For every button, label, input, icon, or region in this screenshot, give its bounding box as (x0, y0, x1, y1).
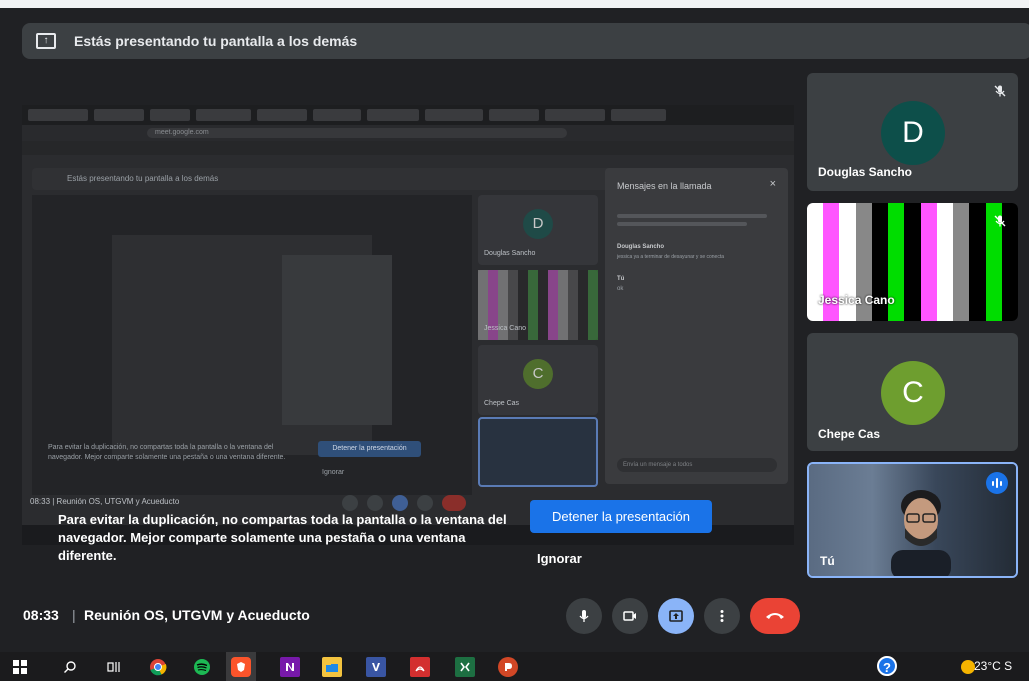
shared-tile-chepe: C Chepe Cas (478, 345, 598, 415)
shared-bookmarks-bar (22, 141, 794, 155)
self-name: Tú (820, 554, 835, 568)
shared-inner-window-2 (282, 255, 392, 425)
shared-chat-title: Mensajes en la llamada (617, 181, 712, 191)
shared-address-bar: meet.google.com (22, 125, 794, 141)
participant-tile-douglas[interactable]: D Douglas Sancho (807, 73, 1018, 191)
shared-tile-name: Douglas Sancho (484, 250, 536, 257)
participant-tile-jessica[interactable]: Jessica Cano (807, 203, 1018, 321)
acrobat-icon[interactable] (410, 657, 430, 677)
more-options-button[interactable] (704, 598, 740, 634)
shared-chat-self-msg: ok (617, 286, 624, 292)
shared-screen-preview: meet.google.com Estás presentando tu pan… (22, 105, 794, 545)
mic-off-icon (992, 213, 1008, 229)
shared-chat-sender: Douglas Sancho (617, 244, 665, 250)
windows-taskbar (0, 652, 1029, 681)
shared-chat-close-icon: × (769, 178, 776, 190)
mic-off-icon (992, 83, 1008, 99)
shared-ctrl (442, 495, 466, 511)
presenting-banner: ↑ Estás presentando tu pantalla a los de… (22, 23, 1029, 59)
camera-button[interactable] (612, 598, 648, 634)
task-view-icon[interactable] (104, 657, 124, 677)
participant-name: Jessica Cano (818, 293, 895, 307)
shared-stop-button: Detener la presentación (318, 441, 421, 457)
avatar-douglas: D (881, 101, 945, 165)
self-person-video (891, 490, 951, 576)
ignore-button[interactable]: Ignorar (537, 551, 582, 566)
powerpoint-icon[interactable] (498, 657, 518, 677)
shared-ctrl (417, 495, 433, 511)
help-icon[interactable]: ? (877, 656, 897, 676)
self-video-tile[interactable]: Tú (807, 462, 1018, 578)
meeting-name: Reunión OS, UTGVM y Acueducto (84, 607, 310, 623)
shared-ctrl (342, 495, 358, 511)
excel-icon[interactable] (455, 657, 475, 677)
shared-chat-message: jessica ya a terminar de desayunar y se … (617, 254, 724, 260)
shared-warning: Para evitar la duplicación, no compartas… (48, 444, 286, 461)
mic-button[interactable] (566, 598, 602, 634)
spotify-icon[interactable] (192, 657, 212, 677)
shared-chat-self: Tú (617, 276, 625, 282)
shared-ctrl (392, 495, 408, 511)
duplication-warning: Para evitar la duplicación, no compartas… (58, 512, 507, 563)
onenote-icon[interactable] (280, 657, 300, 677)
shared-url: meet.google.com (147, 128, 567, 138)
stop-presenting-button[interactable]: Detener la presentación (530, 500, 712, 533)
present-icon (669, 610, 683, 622)
visio-icon[interactable] (366, 657, 386, 677)
shared-self-camera (478, 417, 598, 487)
search-icon[interactable] (60, 657, 80, 677)
meeting-separator: | (72, 607, 76, 623)
end-call-button[interactable] (750, 598, 800, 634)
shared-chat-notice-line (617, 214, 767, 218)
shared-chat-input: Envía un mensaje a todos (617, 458, 777, 472)
shared-tile-name: Chepe Cas (484, 400, 520, 407)
weather-sun-icon[interactable] (961, 660, 975, 674)
present-button[interactable] (658, 598, 694, 634)
camera-icon (623, 611, 636, 621)
shared-avatar-d: D (523, 209, 553, 239)
speaking-indicator-icon (986, 472, 1008, 494)
participant-name: Chepe Cas (818, 427, 881, 441)
end-call-icon (766, 613, 784, 619)
brave-icon[interactable] (231, 657, 251, 677)
avatar-chepe: C (881, 361, 945, 425)
shared-browser-tabs (22, 105, 794, 125)
meet-window: ↑ Estás presentando tu pantalla a los de… (0, 0, 1029, 681)
explorer-icon[interactable] (322, 657, 342, 677)
shared-presenting-banner: Estás presentando tu pantalla a los demá… (32, 168, 614, 190)
meeting-time: 08:33 (23, 607, 59, 623)
windows-icon[interactable] (10, 657, 30, 677)
shared-tile-douglas: D Douglas Sancho (478, 195, 598, 265)
shared-ctrl (367, 495, 383, 511)
mic-icon (579, 610, 589, 622)
shared-avatar-c: C (523, 359, 553, 389)
shared-chat-panel: Mensajes en la llamada × Douglas Sancho … (605, 168, 788, 484)
participant-name: Douglas Sancho (818, 165, 913, 179)
shared-tile-name: Jessica Cano (484, 325, 527, 332)
chrome-icon[interactable] (148, 657, 168, 677)
present-screen-icon: ↑ (36, 33, 56, 49)
shared-tile-jessica: Jessica Cano (478, 270, 598, 340)
shared-ignore: Ignorar (322, 469, 345, 476)
participant-tile-chepe[interactable]: C Chepe Cas (807, 333, 1018, 451)
presenting-banner-text: Estás presentando tu pantalla a los demá… (74, 33, 358, 49)
shared-chat-notice-line (617, 222, 747, 226)
window-top-edge (0, 0, 1029, 8)
more-icon (720, 610, 724, 622)
weather-text[interactable]: 23°C S (974, 659, 1012, 673)
